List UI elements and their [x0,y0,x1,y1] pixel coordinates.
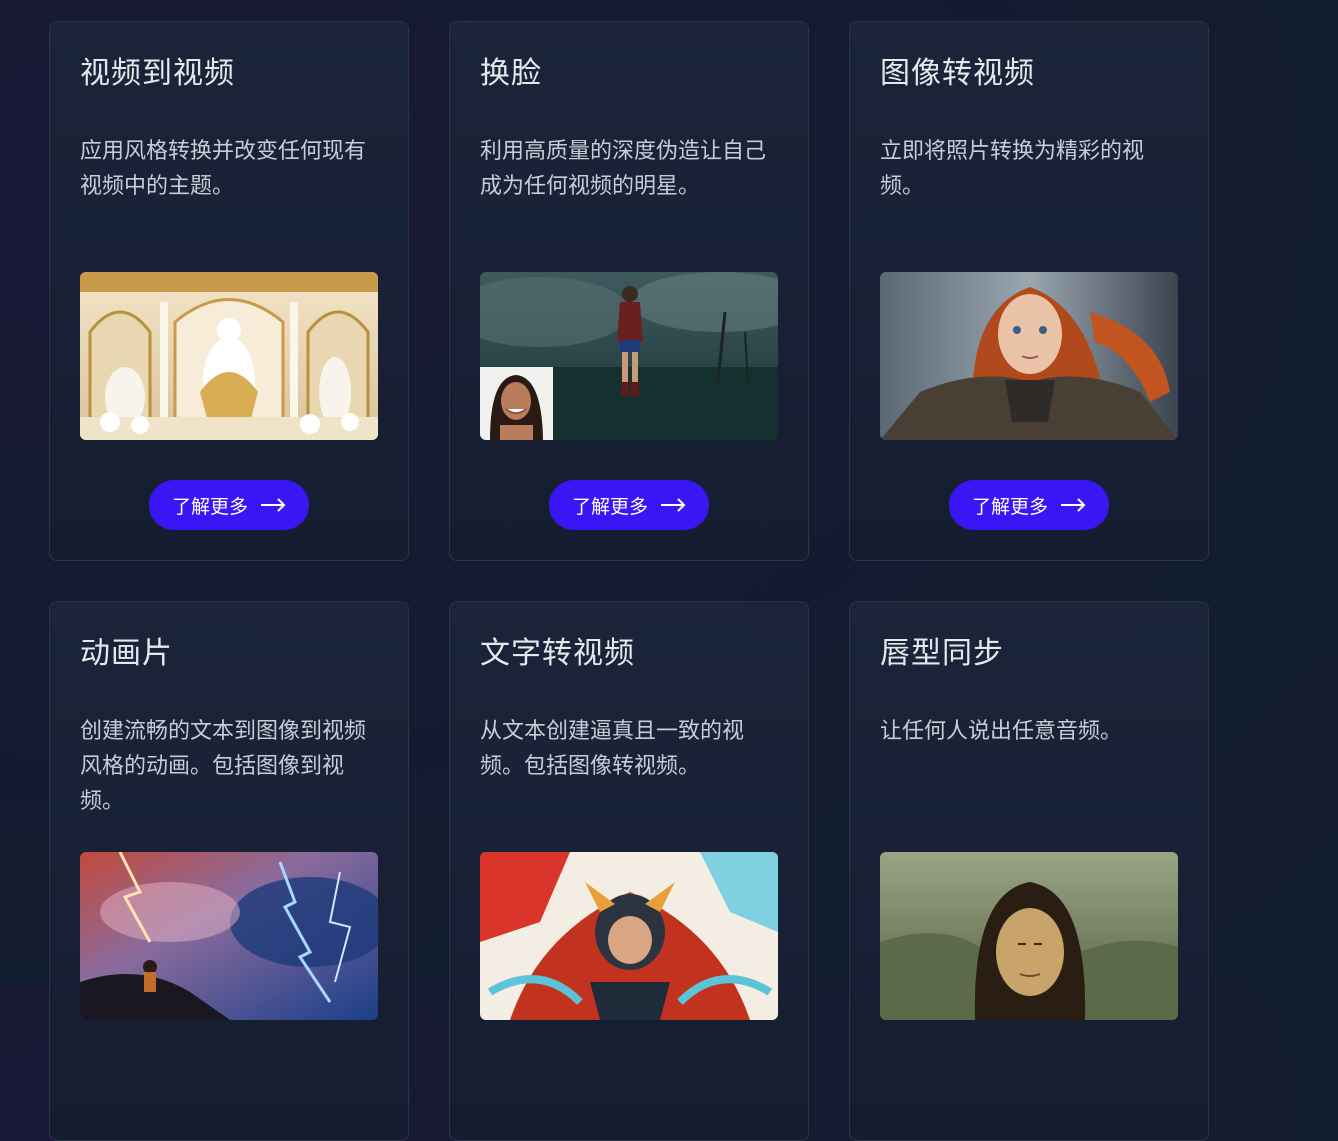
learn-more-button[interactable]: 了解更多 [949,480,1109,530]
feature-card-image-to-video: 图像转视频 立即将照片转换为精彩的视频。 了解更多 [849,21,1209,561]
button-label: 了解更多 [171,495,248,518]
card-description: 利用高质量的深度伪造让自己成为任何视频的明星。 [480,139,767,199]
button-label: 了解更多 [971,495,1048,518]
card-title: 图像转视频 [880,56,1035,91]
card-description: 应用风格转换并改变任何现有视频中的主题。 [80,139,367,199]
card-title: 唇型同步 [880,636,1004,671]
feature-card-animation: 动画片 创建流畅的文本到图像到视频风格的动画。包括图像到视频。 [49,601,409,1141]
card-image-mona-lisa [880,852,1178,1020]
card-image-palace-statues [80,272,378,440]
feature-card-text-to-video: 文字转视频 从文本创建逼真且一致的视频。包括图像转视频。 [449,601,809,1141]
feature-grid: 视频到视频 应用风格转换并改变任何现有视频中的主题。 了解更多 换脸 利用高质量… [49,21,1209,1141]
feature-card-lip-sync: 唇型同步 让任何人说出任意音频。 [849,601,1209,1141]
face-inset-image [480,367,553,440]
arrow-right-icon [1061,498,1086,512]
card-description: 创建流畅的文本到图像到视频风格的动画。包括图像到视频。 [80,719,367,814]
card-image-red-haired-woman [880,272,1178,440]
card-title: 换脸 [480,56,542,91]
card-title: 文字转视频 [480,636,635,671]
feature-card-video-to-video: 视频到视频 应用风格转换并改变任何现有视频中的主题。 了解更多 [49,21,409,561]
card-image-warrior-battlefield [480,272,778,440]
card-image-lightning-storm [80,852,378,1020]
card-description: 让任何人说出任意音频。 [880,719,1123,744]
card-title: 动画片 [80,636,173,671]
button-label: 了解更多 [571,495,648,518]
learn-more-button[interactable]: 了解更多 [549,480,709,530]
card-description: 从文本创建逼真且一致的视频。包括图像转视频。 [480,719,745,779]
arrow-right-icon [661,498,686,512]
card-image-samurai-illustration [480,852,778,1020]
feature-card-face-swap: 换脸 利用高质量的深度伪造让自己成为任何视频的明星。 了解更多 [449,21,809,561]
card-description: 立即将照片转换为精彩的视频。 [880,139,1145,199]
arrow-right-icon [261,498,286,512]
card-title: 视频到视频 [80,56,235,91]
learn-more-button[interactable]: 了解更多 [149,480,309,530]
